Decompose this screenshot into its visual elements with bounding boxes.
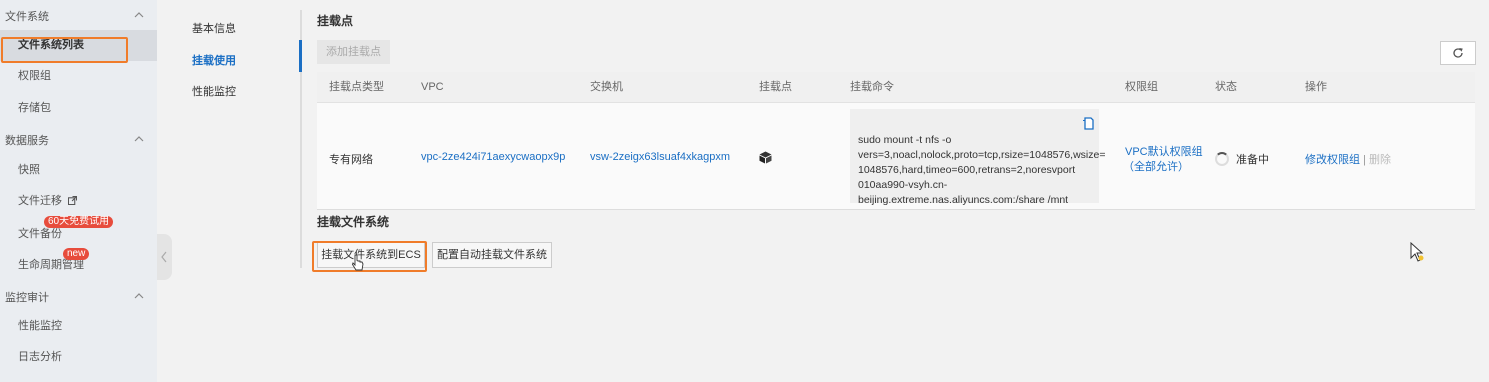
tab-performance[interactable]: 性能监控 bbox=[192, 83, 236, 99]
table-row: 专有网络 vpc-2ze424i71aexycwaopx9p vsw-2zeig… bbox=[317, 103, 1475, 210]
sidebar-group-label: 数据服务 bbox=[5, 135, 49, 147]
add-mount-point-button[interactable]: 添加挂载点 bbox=[317, 40, 390, 64]
hand-cursor-icon bbox=[352, 254, 364, 271]
highlight-box-ecs bbox=[312, 241, 427, 272]
actions-cell: 修改权限组 | 删除 bbox=[1305, 151, 1391, 167]
mount-type: 专有网络 bbox=[329, 154, 373, 166]
col-vswitch: 交换机 bbox=[590, 81, 623, 93]
sidebar-item-snapshot[interactable]: 快照 bbox=[0, 158, 157, 182]
highlight-box-sidebar bbox=[1, 37, 128, 63]
sidebar-group-label: 文件系统 bbox=[5, 11, 49, 23]
action-separator: | bbox=[1363, 154, 1366, 166]
vswitch-link[interactable]: vsw-2zeigx63lsuaf4xkagpxm bbox=[590, 151, 730, 163]
permission-group-note: （全部允许） bbox=[1123, 161, 1189, 173]
cube-icon[interactable] bbox=[759, 151, 772, 164]
status-text: 准备中 bbox=[1236, 154, 1269, 166]
refresh-button[interactable] bbox=[1440, 41, 1476, 65]
permission-group-link[interactable]: VPC默认权限组 bbox=[1125, 143, 1203, 159]
tab-mount-usage[interactable]: 挂载使用 bbox=[192, 52, 236, 68]
sidebar-item-label: 文件迁移 bbox=[18, 195, 62, 207]
sidebar-item-label: 存储包 bbox=[18, 102, 51, 114]
sidebar-item-label: 性能监控 bbox=[18, 320, 62, 332]
chevron-up-icon bbox=[134, 12, 144, 18]
auto-mount-config-button[interactable]: 配置自动挂载文件系统 bbox=[432, 242, 552, 268]
sidebar-item-label: 快照 bbox=[18, 164, 40, 176]
chevron-up-icon bbox=[134, 293, 144, 299]
vpc-link[interactable]: vpc-2ze424i71aexycwaopx9p bbox=[421, 151, 565, 163]
delete-link[interactable]: 删除 bbox=[1369, 154, 1391, 166]
col-permission-group: 权限组 bbox=[1125, 81, 1158, 93]
col-mount-point: 挂载点 bbox=[759, 81, 792, 93]
sidebar-group-filesystem[interactable]: 文件系统 bbox=[5, 8, 150, 28]
mount-command-box: sudo mount -t nfs -o vers=3,noacl,nolock… bbox=[850, 109, 1105, 206]
sidebar-item-permission-group[interactable]: 权限组 bbox=[0, 64, 157, 88]
status-cell: 准备中 bbox=[1215, 151, 1269, 167]
sidebar-item-label-wrap: 文件迁移 bbox=[18, 189, 77, 213]
col-status: 状态 bbox=[1215, 81, 1237, 93]
trial-badge: 60天免费试用 bbox=[44, 216, 114, 228]
chevron-left-icon bbox=[161, 251, 167, 263]
sidebar-item-log-analysis[interactable]: 日志分析 bbox=[0, 345, 157, 369]
sidebar-collapse-handle[interactable] bbox=[157, 234, 172, 280]
sidebar-group-label: 监控审计 bbox=[5, 292, 49, 304]
sidebar-item-file-migration[interactable]: 文件迁移 bbox=[0, 189, 157, 213]
col-vpc: VPC bbox=[421, 81, 444, 93]
sidebar-item-label: 权限组 bbox=[18, 70, 51, 82]
col-command: 挂载命令 bbox=[850, 81, 894, 93]
mount-table-header: 挂载点类型 VPC 交换机 挂载点 挂载命令 权限组 状态 操作 bbox=[317, 72, 1475, 103]
copy-icon[interactable] bbox=[1082, 117, 1094, 130]
col-type: 挂载点类型 bbox=[329, 81, 384, 93]
sidebar-item-perf-monitoring[interactable]: 性能监控 bbox=[0, 314, 157, 338]
new-badge: new bbox=[63, 248, 90, 260]
sidebar-item-storage-package[interactable]: 存储包 bbox=[0, 96, 157, 120]
sidebar-group-data-service[interactable]: 数据服务 bbox=[5, 132, 150, 152]
mount-fs-title: 挂载文件系统 bbox=[317, 215, 390, 229]
chevron-up-icon bbox=[134, 136, 144, 142]
loading-spinner-icon bbox=[1215, 152, 1229, 166]
mount-point-title: 挂载点 bbox=[317, 14, 354, 28]
col-actions: 操作 bbox=[1305, 81, 1327, 93]
arrow-cursor-icon bbox=[1410, 242, 1424, 262]
refresh-icon bbox=[1453, 48, 1463, 58]
detail-tabs: 基本信息 挂载使用 性能监控 bbox=[172, 0, 301, 268]
modify-permission-group-link[interactable]: 修改权限组 bbox=[1305, 154, 1360, 166]
tab-basic-info[interactable]: 基本信息 bbox=[192, 20, 236, 36]
sidebar-group-monitoring[interactable]: 监控审计 bbox=[5, 289, 150, 309]
mount-command-text: sudo mount -t nfs -o vers=3,noacl,nolock… bbox=[858, 134, 1106, 206]
tab-active-indicator bbox=[299, 40, 302, 72]
external-link-icon bbox=[68, 196, 77, 205]
sidebar-item-label: 日志分析 bbox=[18, 351, 62, 363]
